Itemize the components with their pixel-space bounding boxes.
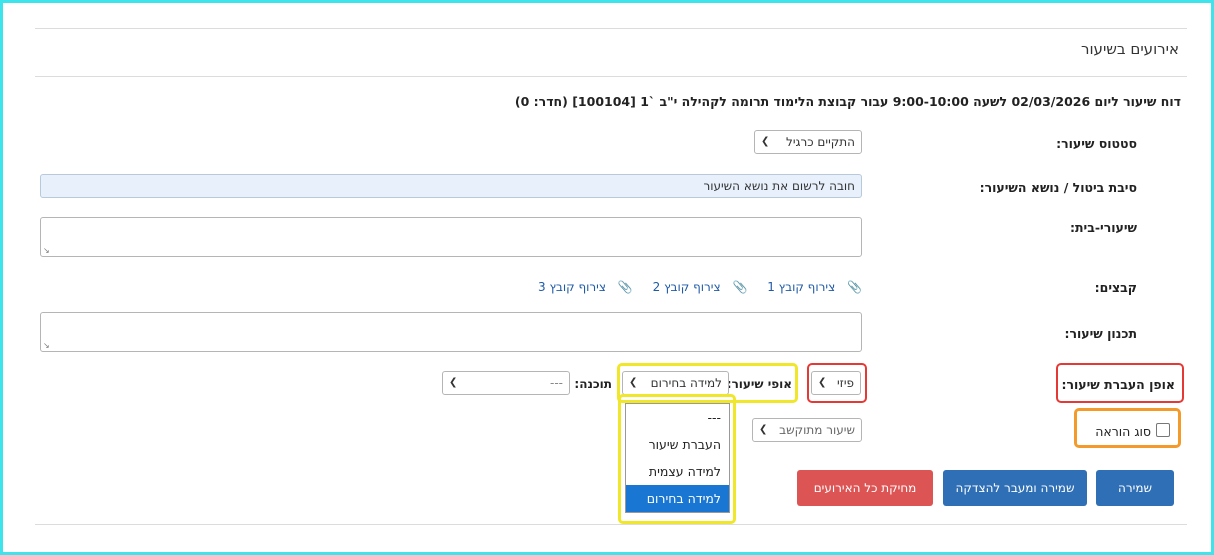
delivery-mode-select[interactable]: ❯ פיזי xyxy=(811,371,861,395)
report-line: דוח שיעור ליום 02/03/2026 לשעה 9:00-10:0… xyxy=(514,94,1181,109)
homework-textarea[interactable]: ↘ xyxy=(40,217,862,257)
chevron-down-icon: ❯ xyxy=(629,377,638,388)
chevron-down-icon: ❯ xyxy=(759,424,768,435)
program-select[interactable]: ❯ --- xyxy=(442,371,570,395)
option-self-learning[interactable]: למידה עצמית xyxy=(626,458,729,485)
computerized-lesson-select[interactable]: ❯ שיעור מתוקשב xyxy=(752,418,862,442)
program-label: תוכנה: xyxy=(574,377,612,391)
chevron-down-icon: ❯ xyxy=(818,377,827,388)
planning-textarea[interactable]: ↘ xyxy=(40,312,862,352)
lesson-nature-select[interactable]: ❯ למידה בחירום xyxy=(622,371,729,395)
lesson-events-panel: אירועים בשיעור דוח שיעור ליום 02/03/2026… xyxy=(35,28,1187,526)
files-label: קבצים: xyxy=(1094,280,1137,295)
option-emergency-learning[interactable]: למידה בחירום xyxy=(626,485,729,512)
teaching-type-checkbox[interactable] xyxy=(1156,423,1170,437)
reason-label: סיבת ביטול / נושא השיעור: xyxy=(979,180,1137,195)
save-and-approve-button[interactable]: שמירה ומעבר להצדקה xyxy=(943,470,1087,506)
chevron-down-icon: ❯ xyxy=(761,136,770,147)
teaching-type-label: סוג הוראה xyxy=(1095,424,1151,439)
lesson-nature-label: אופי שיעור: xyxy=(726,377,792,391)
paperclip-icon: 📎 xyxy=(847,280,862,294)
resize-grip-icon: ↘ xyxy=(43,246,50,255)
status-label: סטטוס שיעור: xyxy=(1056,136,1137,151)
delete-all-events-button[interactable]: מחיקת כל האירועים xyxy=(797,470,933,506)
chevron-down-icon: ❯ xyxy=(449,377,458,388)
homework-label: שיעורי-בית: xyxy=(1069,220,1137,235)
section-title: אירועים בשיעור xyxy=(1081,40,1179,58)
planning-label: תכנון שיעור: xyxy=(1064,326,1137,341)
divider xyxy=(35,28,1187,29)
paperclip-icon: 📎 xyxy=(732,280,748,294)
delivery-mode-label: אופן העברת שיעור: xyxy=(1061,377,1175,392)
paperclip-icon: 📎 xyxy=(617,280,633,294)
divider xyxy=(35,76,1187,77)
file-attachments: 📎 צירוף קובץ 1 📎 צירוף קובץ 2 📎 צירוף קו… xyxy=(522,280,862,294)
option-lesson-transfer[interactable]: העברת שיעור xyxy=(626,431,729,458)
attach-file-2[interactable]: 📎 צירוף קובץ 2 xyxy=(645,280,748,294)
reason-input[interactable]: חובה לרשום את נושא השיעור xyxy=(40,174,862,198)
lesson-nature-options: --- העברת שיעור למידה עצמית למידה בחירום xyxy=(625,403,730,513)
option-none[interactable]: --- xyxy=(626,404,729,431)
attach-file-1[interactable]: 📎 צירוף קובץ 1 xyxy=(759,280,862,294)
attach-file-3[interactable]: 📎 צירוף קובץ 3 xyxy=(530,280,633,294)
divider xyxy=(35,524,1187,525)
save-button[interactable]: שמירה xyxy=(1096,470,1174,506)
status-select[interactable]: ❯ התקיים כרגיל xyxy=(754,130,862,154)
resize-grip-icon: ↘ xyxy=(43,341,50,350)
